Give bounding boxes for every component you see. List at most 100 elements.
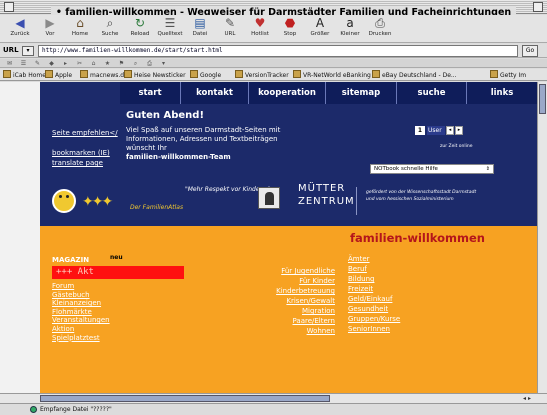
magazin-menu-link[interactable]: Aktion (52, 325, 152, 334)
magazin-menu-link[interactable]: Kleinanzeigen (52, 299, 152, 308)
icon-strip: ✉ ☰ ✎ ◆ ▸ ✂ ⌂ ★ ⚑ ⌕ ⎙ ▾ (0, 59, 547, 68)
nav-suche[interactable]: suche (396, 82, 466, 104)
bookmark-item[interactable]: VersionTracker (235, 70, 289, 80)
toolbar-button-source[interactable]: ☰ Quelltext (156, 16, 184, 42)
bookmark-item[interactable]: VR-NetWorld eBanking (293, 70, 371, 80)
toolbar-button-back-arrow[interactable]: ◀ Zurück (6, 16, 34, 42)
small-icon[interactable]: ☰ (20, 60, 27, 67)
services-menu-link[interactable]: Gruppen/Kurse (348, 314, 468, 324)
bookmark-item[interactable]: eBay Deutschland - De... (372, 70, 457, 80)
go-button[interactable]: Go (522, 45, 538, 57)
online-text: zur Zeit online (440, 144, 473, 149)
toolbar-button-url[interactable]: ✎ URL (216, 16, 244, 42)
small-icon[interactable]: ✉ (6, 60, 13, 67)
zoom-box[interactable] (533, 2, 543, 12)
topics-menu-link[interactable]: Für Jugendliche (220, 266, 335, 276)
url-history-dropdown[interactable]: ▾ (22, 46, 34, 56)
topics-menu-link[interactable]: Migration (220, 306, 335, 316)
user-next-button[interactable]: ▸ (455, 126, 463, 135)
search-icon: ⌕ (106, 16, 114, 30)
toolbar-button-print[interactable]: ⎙ Drucken (366, 16, 394, 42)
magazin-menu-link[interactable]: Forum (52, 282, 152, 291)
toolbar-button-smaller[interactable]: a Kleiner (336, 16, 364, 42)
intro-team: familien-willkommen-Team (126, 153, 231, 161)
toolbar-button-label: Kleiner (340, 31, 360, 37)
vertical-scroll-thumb[interactable] (539, 84, 546, 114)
nav-sitemap[interactable]: sitemap (325, 82, 396, 104)
magazin-menu-link[interactable]: Veranstaltungen (52, 316, 152, 325)
funded-by-line2: und vom hessischen Sozialministerium (366, 197, 454, 202)
smiley-logo-icon[interactable] (52, 189, 76, 213)
small-icon[interactable]: ◆ (48, 60, 55, 67)
services-menu-link[interactable]: SeniorInnen (348, 324, 468, 334)
toolbar-button-label: Stop (283, 31, 297, 37)
muetterzentrum-logo-icon[interactable] (258, 187, 280, 209)
topics-menu-link[interactable]: Wohnen (220, 326, 335, 336)
small-icon[interactable]: ✂ (76, 60, 83, 67)
recommend-link[interactable]: Seite empfehlen</ (52, 128, 122, 138)
toolbar-button-label: Home (71, 31, 89, 37)
nav-start[interactable]: start (120, 82, 180, 104)
vertical-scrollbar[interactable] (537, 82, 547, 393)
close-box[interactable] (4, 2, 14, 12)
small-icon[interactable]: ▸ (62, 60, 69, 67)
magazin-menu-link[interactable]: Spielplatztest (52, 334, 152, 343)
translate-link[interactable]: translate page (52, 158, 122, 168)
services-menu-link[interactable]: Bildung (348, 274, 468, 284)
toolbar-button-forward-arrow[interactable]: ▶ Vor (36, 16, 64, 42)
bookmark-item[interactable]: iCab Home (3, 70, 46, 80)
bookmark-item[interactable]: Google (190, 70, 221, 80)
toolbar-button-search[interactable]: ⌕ Suche (96, 16, 124, 42)
hotlist-icon: ♥ (254, 16, 266, 30)
services-menu-link[interactable]: Beruf (348, 264, 468, 274)
horizontal-scroll-thumb[interactable] (40, 395, 330, 402)
bookmark-link[interactable]: bookmarken (IE) (52, 148, 122, 158)
small-icon[interactable]: ⚑ (118, 60, 125, 67)
status-text: Empfange Datei "?????" (40, 406, 112, 413)
greeting-heading: Guten Abend! (126, 110, 205, 121)
services-menu-link[interactable]: Freizeit (348, 284, 468, 294)
bookmark-item[interactable]: Heise Newsticker (124, 70, 186, 80)
horizontal-scrollbar[interactable]: ◂ ▸ (0, 393, 547, 403)
muetterzentrum-line2[interactable]: ZENTRUM (298, 196, 355, 207)
toolbar: ◀ Zurück ▶ Vor ⌂ Home ⌕ Suche ↻ Reload ☰ Quelltext ▤… (0, 15, 547, 43)
magazin-menu-link[interactable]: Flohmärkte (52, 308, 152, 317)
services-menu-link[interactable]: Ämter (348, 254, 468, 264)
url-input[interactable]: http://www.familien-willkommen.de/start/… (38, 45, 518, 57)
orange-section: familien-willkommen MAGAZIN neu +++ Akt … (40, 226, 537, 393)
muetterzentrum-line1[interactable]: MÜTTER (298, 183, 345, 194)
scroll-arrows-icon[interactable]: ◂ ▸ (517, 394, 537, 403)
toolbar-button-stop[interactable]: ⬣ Stop (276, 16, 304, 42)
familienatlas-kids-icon[interactable]: ✦✦✦ (82, 194, 113, 210)
small-icon[interactable]: ⎙ (146, 60, 153, 67)
magazin-menu-link[interactable]: Gästebuch (52, 291, 152, 300)
toolbar-button-home[interactable]: ⌂ Home (66, 16, 94, 42)
topics-menu-link[interactable]: Paare/Eltern (220, 316, 336, 326)
toolbar-button-hotlist[interactable]: ♥ Hotlist (246, 16, 274, 42)
user-prev-button[interactable]: ◂ (446, 126, 454, 135)
bookmark-item[interactable]: Getty Im (490, 70, 526, 80)
bookmark-item[interactable]: macnews.de (80, 70, 128, 80)
small-icon[interactable]: ✎ (34, 60, 41, 67)
nav-kooperation[interactable]: kooperation (248, 82, 325, 104)
toolbar-button-reload[interactable]: ↻ Reload (126, 16, 154, 42)
small-icon[interactable]: ⌕ (132, 60, 139, 67)
services-menu-link[interactable]: Gesundheit (348, 304, 468, 314)
status-indicator-icon (30, 406, 37, 413)
small-icon[interactable]: ▾ (160, 60, 167, 67)
nav-links[interactable]: links (466, 82, 537, 104)
help-select[interactable]: NOTbook schnelle Hilfe ⇕ (370, 164, 494, 174)
topics-menu-link[interactable]: Krisen/Gewalt (220, 296, 335, 306)
topics-menu-link[interactable]: Für Kinder (220, 276, 335, 286)
bookmark-item[interactable]: Apple (45, 70, 72, 80)
services-menu-link[interactable]: Geld/Einkauf (348, 294, 468, 304)
title-bar[interactable]: • familien-willkommen - Wegweiser für Da… (0, 0, 547, 20)
small-icon[interactable]: ⌂ (90, 60, 97, 67)
toolbar-button-file[interactable]: ▤ Datei (186, 16, 214, 42)
nav-kontakt[interactable]: kontakt (180, 82, 248, 104)
topics-menu-link[interactable]: Kinderbetreuung (220, 286, 335, 296)
small-icon[interactable]: ★ (104, 60, 111, 67)
toolbar-button-bigger[interactable]: A Größer (306, 16, 334, 42)
news-ticker[interactable]: +++ Akt (52, 266, 184, 279)
familienatlas-label[interactable]: Der FamilienAtlas (130, 204, 183, 211)
